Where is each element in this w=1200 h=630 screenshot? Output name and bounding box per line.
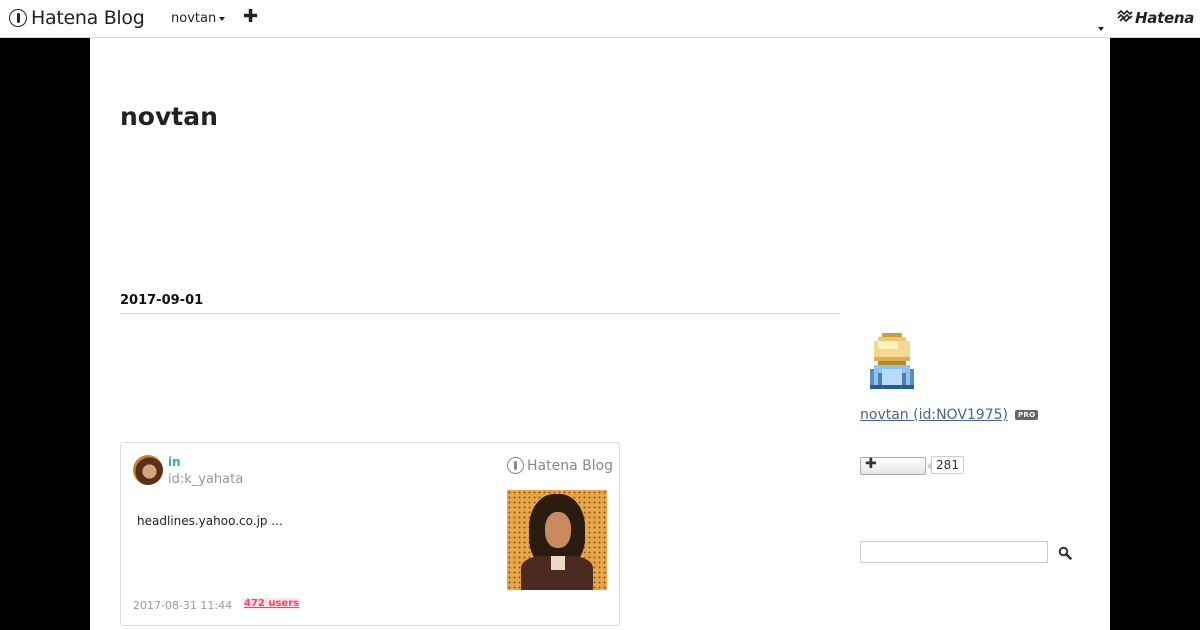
profile-avatar[interactable] [870, 332, 914, 390]
add-entry-button[interactable]: ✚ [243, 6, 258, 28]
blog-content-area: novtan 2017-09-01 in id:k_yahata Hatena … [90, 38, 1110, 630]
hatena-blog-logo-icon [507, 457, 524, 474]
embed-author-id[interactable]: id:k_yahata [168, 472, 243, 487]
search-input[interactable] [860, 541, 1048, 563]
hatena-blog-logo[interactable]: Hatena Blog [9, 7, 145, 29]
hatena-brand-link[interactable]: Hatena [1117, 9, 1194, 27]
embed-thumbnail-image[interactable] [507, 490, 607, 590]
embedded-blog-card[interactable]: in id:k_yahata Hatena Blog headlines.yah… [120, 442, 620, 626]
user-menu-chevron-down-icon[interactable] [1095, 16, 1104, 35]
author-avatar[interactable] [133, 455, 163, 485]
hatena-brand-text: Hatena [1135, 9, 1195, 27]
profile-name-link[interactable]: novtan (id:NOV1975) [860, 407, 1008, 423]
embed-excerpt: headlines.yahoo.co.jp ... [137, 514, 283, 528]
embed-brand-text: Hatena Blog [527, 457, 614, 474]
hatena-blog-logo-icon [9, 9, 27, 27]
embed-entry-title[interactable]: in [168, 455, 181, 469]
follower-count[interactable]: 281 [927, 456, 964, 474]
blog-menu-label: novtan [171, 11, 217, 26]
search-icon[interactable] [1058, 545, 1074, 561]
chevron-down-icon [219, 16, 226, 21]
bookmark-users-count[interactable]: 472 users [243, 598, 301, 609]
embed-timestamp: 2017-08-31 11:44 [133, 599, 233, 612]
blog-menu-dropdown[interactable]: novtan [171, 11, 226, 26]
blog-title[interactable]: novtan [120, 102, 218, 131]
logo-text: Hatena Blog [31, 7, 145, 29]
archive-date-heading[interactable]: 2017-09-01 [120, 293, 840, 314]
hatena-mark-icon [1117, 9, 1133, 26]
pro-badge: PRO [1015, 410, 1039, 420]
follow-button[interactable]: ✚ [860, 456, 926, 475]
embed-hatena-blog-logo[interactable]: Hatena Blog [507, 457, 613, 474]
global-header: Hatena Blog novtan ✚ Hatena [0, 0, 1200, 38]
plus-icon: ✚ [865, 456, 877, 472]
